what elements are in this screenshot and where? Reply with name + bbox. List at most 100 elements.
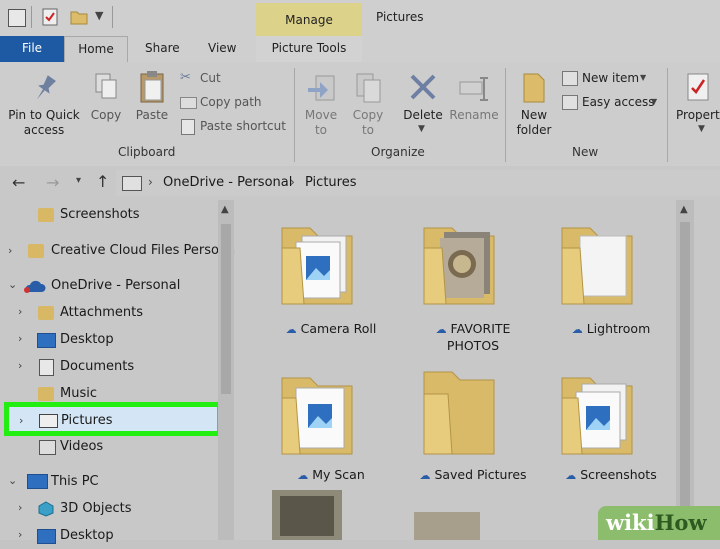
cut-button[interactable]: ✂ Cut — [180, 70, 290, 88]
paste-shortcut-icon — [181, 119, 195, 135]
nav-item-attachments[interactable]: › Attachments — [0, 300, 236, 326]
folder-saved-pictures[interactable]: ☁ Saved Pictures — [408, 364, 538, 504]
new-group-label: New — [572, 145, 599, 159]
tile-label: ☁ Saved Pictures — [408, 466, 538, 484]
rename-button[interactable]: Rename — [448, 68, 500, 132]
explorer-window-icon[interactable] — [8, 9, 26, 27]
paste-button[interactable]: Paste — [130, 68, 174, 132]
manage-tab-group: Manage — [256, 3, 362, 36]
expand-chevron-icon[interactable]: › — [8, 244, 12, 257]
window-title: Pictures — [376, 10, 424, 24]
collapse-chevron-icon[interactable]: ⌄ — [8, 474, 17, 487]
scroll-thumb[interactable] — [680, 222, 690, 522]
expand-chevron-icon[interactable]: › — [18, 528, 22, 541]
collapse-chevron-icon[interactable]: ⌄ — [8, 278, 17, 291]
nav-item-label: Desktop — [60, 332, 114, 347]
breadcrumb-pictures[interactable]: Pictures — [305, 175, 356, 190]
move-to-label-2: to — [314, 123, 328, 137]
new-folder-quick-icon[interactable] — [70, 9, 88, 25]
tab-share[interactable]: Share — [145, 41, 180, 55]
scroll-thumb[interactable] — [221, 224, 231, 394]
content-scrollbar[interactable]: ▲ — [676, 200, 694, 540]
nav-item-label: Documents — [60, 359, 135, 374]
tile-label: ☁ Camera Roll — [266, 320, 396, 338]
customize-qa-chevron-icon[interactable]: ▼ — [95, 9, 103, 22]
divider — [31, 6, 32, 28]
favorite-photos-label-1: FAVORITE — [450, 321, 511, 336]
scroll-up-icon[interactable]: ▲ — [680, 204, 688, 215]
cloud-sync-icon: ☁ — [419, 469, 431, 482]
nav-item-screenshots[interactable]: Screenshots — [0, 202, 236, 228]
back-arrow-icon[interactable]: ← — [12, 173, 25, 192]
folder-screenshots[interactable]: ☁ Screenshots — [546, 364, 676, 504]
videos-icon — [39, 440, 56, 455]
folder-camera-roll[interactable]: ☁ Camera Roll — [266, 214, 396, 354]
properties-checkmark-icon[interactable] — [42, 8, 58, 26]
divider — [112, 6, 113, 28]
paste-shortcut-button[interactable]: Paste shortcut — [180, 118, 290, 136]
easy-access-chevron-icon: ▼ — [651, 97, 658, 106]
thumbnail-photo — [280, 496, 334, 536]
folder-my-scan[interactable]: ☁ My Scan — [266, 364, 396, 504]
nav-item-onedrive[interactable]: ⌄ OneDrive - Personal — [0, 273, 236, 299]
tab-picture-tools[interactable]: Picture Tools — [256, 36, 362, 62]
breadcrumb-onedrive[interactable]: OneDrive - Personal — [163, 175, 292, 190]
nav-item-creative-cloud[interactable]: › Creative Cloud Files Persona — [0, 238, 236, 264]
copy-to-icon — [354, 72, 384, 108]
nav-item-videos[interactable]: Videos — [0, 434, 236, 460]
pin-to-quick-access-button[interactable]: Pin to Quick access — [6, 68, 82, 138]
tab-home[interactable]: Home — [64, 36, 128, 63]
folder-icon — [556, 214, 656, 318]
ribbon: Pin to Quick access Copy Paste ✂ Cut Cop… — [0, 62, 720, 167]
nav-item-desktop[interactable]: › Desktop — [0, 327, 236, 353]
nav-item-desktop-pc[interactable]: › Desktop — [0, 523, 236, 549]
move-to-button[interactable]: Move to — [300, 68, 342, 144]
rename-label: Rename — [449, 108, 499, 122]
expand-chevron-icon[interactable]: › — [18, 305, 22, 318]
forward-arrow-icon[interactable]: → — [46, 173, 59, 192]
copy-path-button[interactable]: Copy path — [180, 94, 290, 112]
photo-folder-icon — [276, 364, 376, 468]
expand-chevron-icon[interactable]: › — [18, 501, 22, 514]
easy-access-button[interactable]: Easy access ▼ — [562, 94, 680, 112]
breadcrumb-separator-icon: › — [290, 175, 295, 189]
tab-view[interactable]: View — [208, 41, 236, 55]
paste-label: Paste — [135, 108, 169, 122]
properties-button[interactable]: Propert ▼ — [672, 68, 720, 144]
nav-item-this-pc[interactable]: ⌄ This PC — [0, 469, 236, 495]
expand-chevron-icon[interactable]: › — [19, 414, 23, 427]
address-input[interactable]: › OneDrive - Personal › Pictures — [116, 170, 720, 196]
copy-button[interactable]: Copy — [86, 68, 126, 132]
nav-item-label: Creative Cloud Files Persona — [51, 243, 236, 258]
nav-item-documents[interactable]: › Documents — [0, 354, 236, 380]
folder-favorite-photos[interactable]: ☁ FAVORITE PHOTOS — [408, 214, 538, 364]
new-folder-button[interactable]: New folder — [510, 68, 558, 144]
recent-locations-chevron-icon[interactable]: ▾ — [76, 175, 81, 186]
expand-chevron-icon[interactable]: › — [18, 359, 22, 372]
up-arrow-icon[interactable]: ↑ — [96, 172, 109, 191]
copy-to-button[interactable]: Copy to — [346, 68, 390, 144]
delete-x-icon — [408, 72, 438, 106]
copy-path-icon — [180, 97, 197, 109]
image-thumbnail[interactable] — [414, 512, 480, 540]
folder-lightroom[interactable]: ☁ Lightroom — [546, 214, 676, 354]
delete-chevron-icon[interactable]: ▼ — [418, 124, 425, 134]
nav-scrollbar[interactable]: ▲ — [218, 200, 234, 540]
nav-item-pictures-selected[interactable]: › Pictures — [4, 402, 222, 436]
expand-chevron-icon[interactable]: › — [18, 332, 22, 345]
delete-button[interactable]: Delete ▼ — [398, 68, 448, 144]
rename-icon — [458, 76, 490, 106]
image-thumbnail[interactable] — [272, 490, 342, 540]
cut-label: Cut — [200, 71, 221, 85]
copy-to-label-1: Copy — [352, 108, 384, 122]
new-folder-label-1: New — [520, 108, 548, 122]
new-item-button[interactable]: New item ▼ — [562, 70, 680, 88]
nav-item-3d-objects[interactable]: › 3D Objects — [0, 496, 236, 522]
move-to-label-1: Move — [304, 108, 338, 122]
tile-label: ☁ FAVORITE — [408, 320, 538, 338]
tab-file[interactable]: File — [0, 36, 64, 62]
scroll-up-icon[interactable]: ▲ — [221, 204, 229, 215]
photo-folder-icon — [276, 214, 376, 318]
scissors-icon: ✂ — [180, 70, 191, 85]
tile-label: ☁ Screenshots — [546, 466, 676, 484]
